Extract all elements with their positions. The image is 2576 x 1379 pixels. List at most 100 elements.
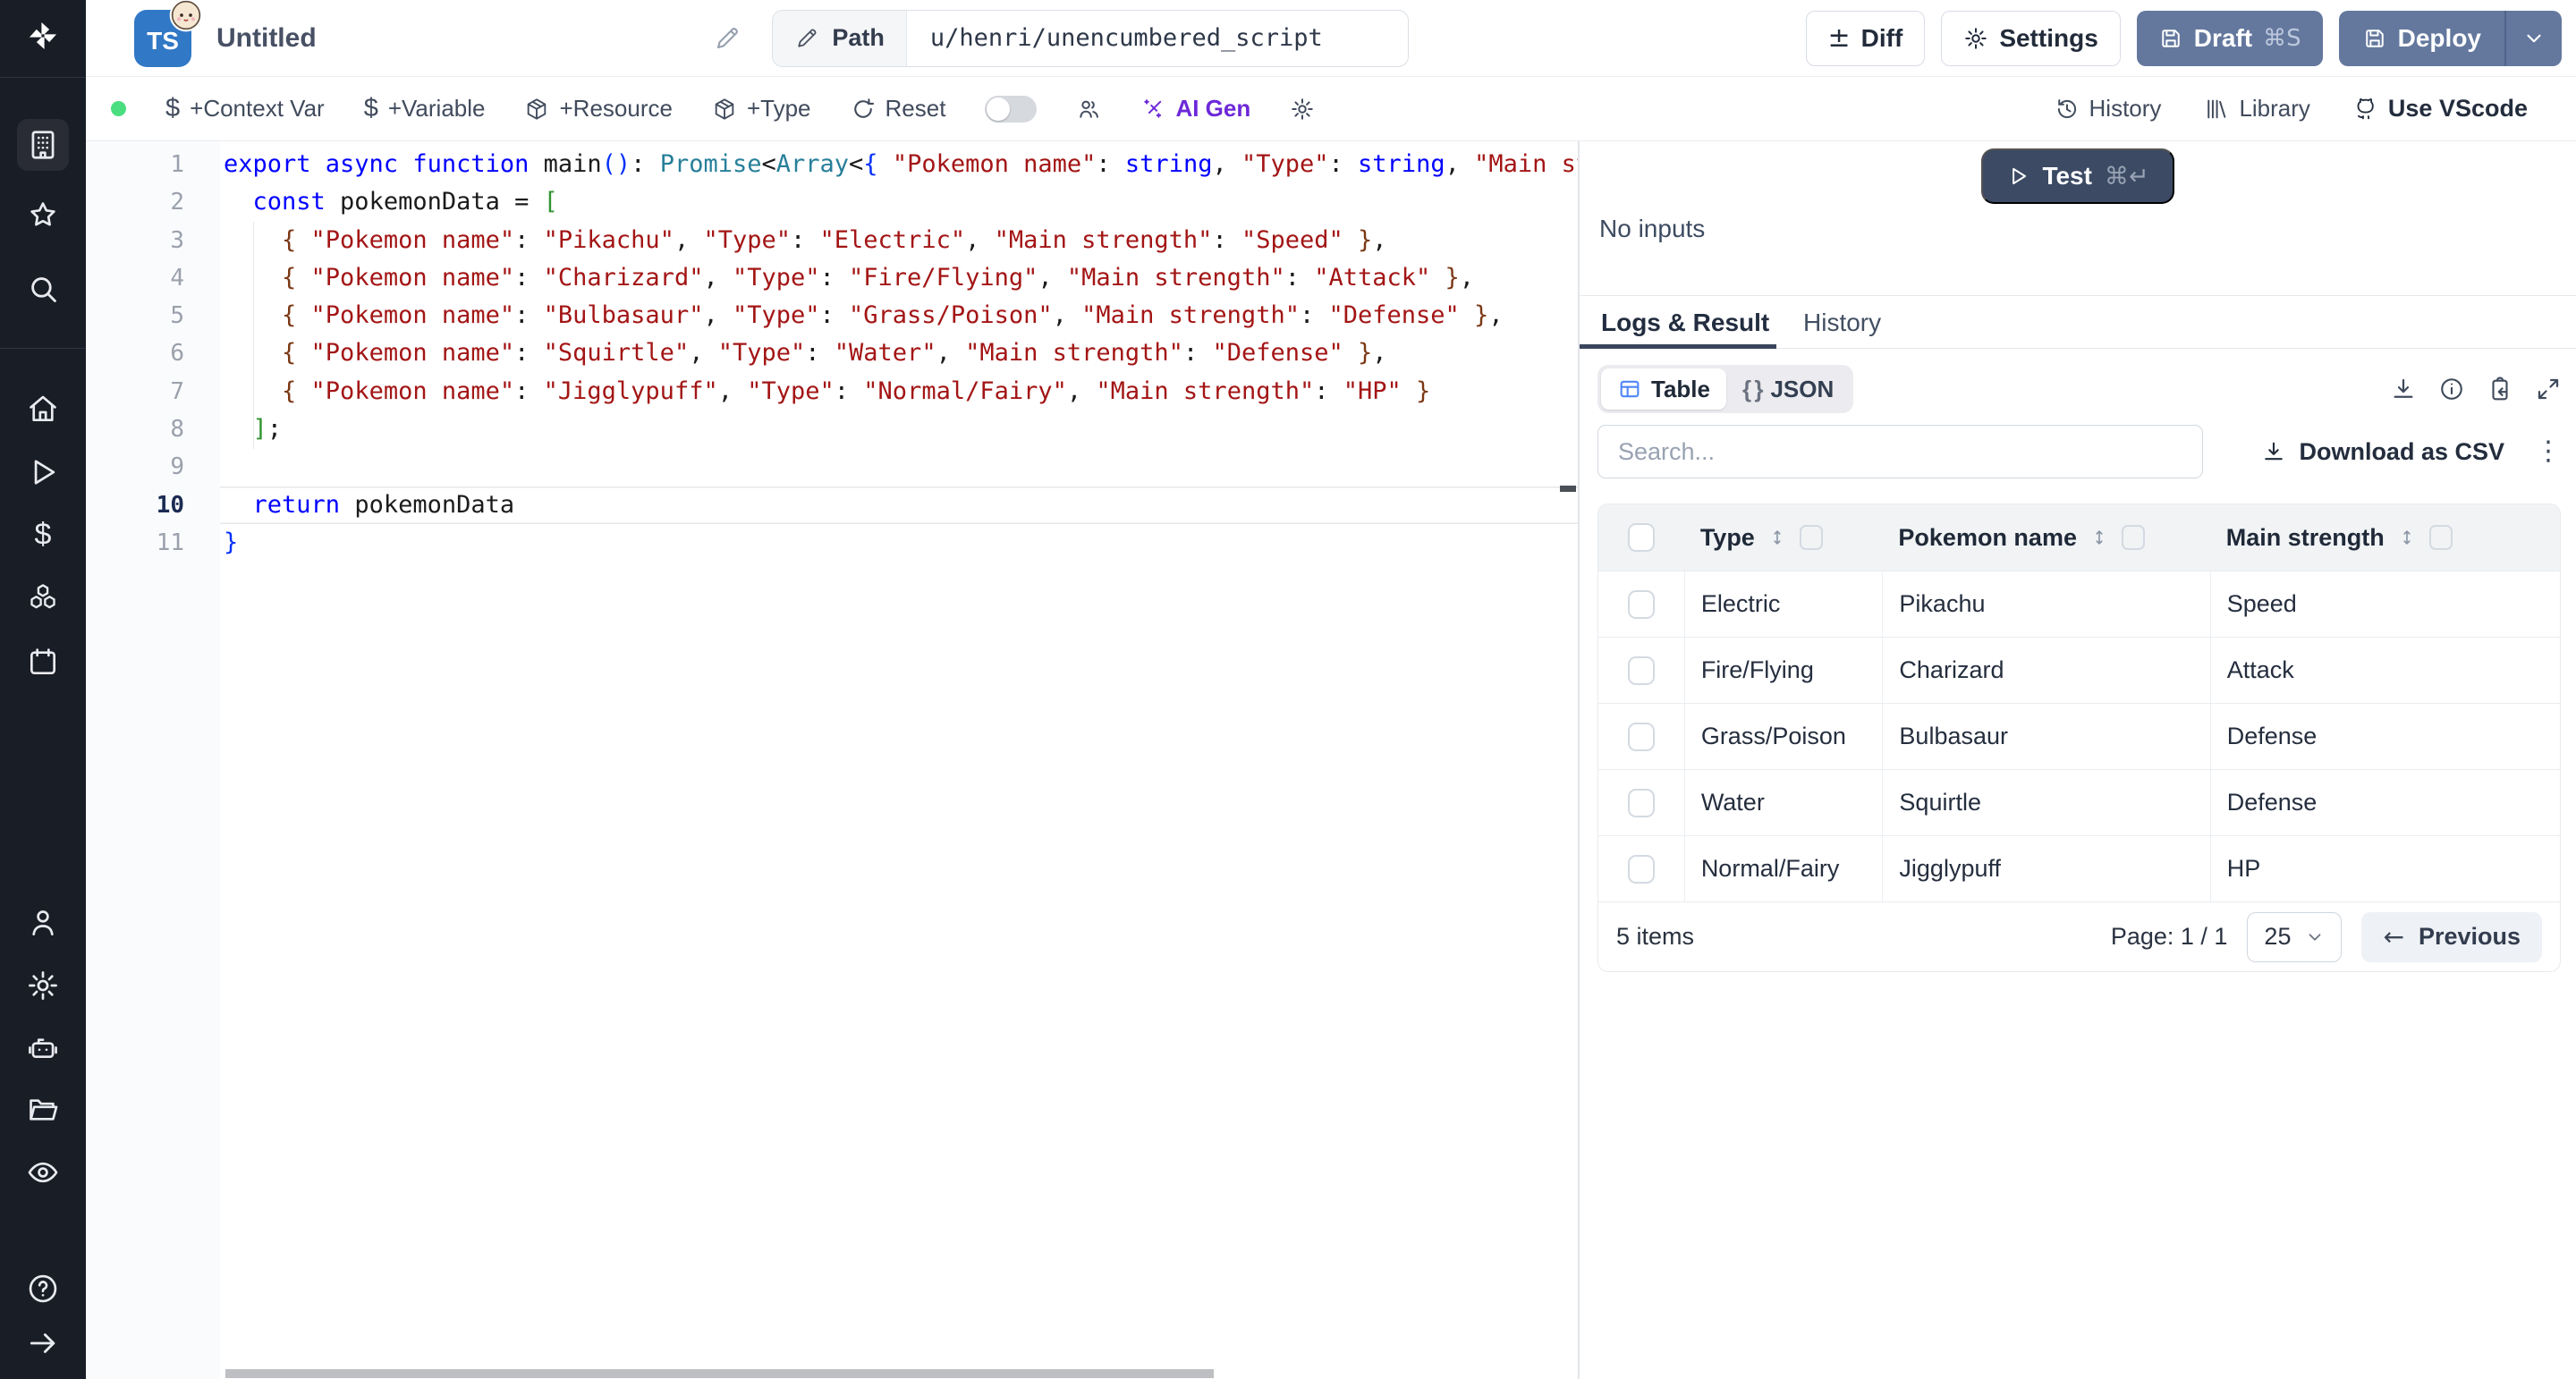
row-checkbox[interactable] (1628, 656, 1655, 685)
previous-page-button[interactable]: ← Previous (2361, 912, 2542, 962)
line-number: 9 (86, 448, 220, 486)
add-resource-button[interactable]: +Resource (524, 95, 672, 123)
add-type-button[interactable]: +Type (712, 95, 811, 123)
settings-gear-icon[interactable] (26, 969, 60, 1003)
use-vscode-button[interactable]: Use VScode (2353, 95, 2528, 123)
tab-history[interactable]: History (1803, 309, 1881, 337)
home-icon[interactable] (26, 392, 60, 426)
select-all-checkbox[interactable] (1628, 523, 1655, 552)
line-number: 1 (86, 146, 220, 183)
diff-mode-toggle[interactable] (985, 96, 1037, 123)
path-field[interactable]: Path u/henri/unencumbered_script (772, 10, 1409, 67)
column-options-icon[interactable] (1800, 525, 1823, 550)
search-icon[interactable] (26, 272, 60, 306)
table-row[interactable]: Fire/FlyingCharizardAttack (1598, 637, 2560, 703)
page-size-select[interactable]: 25 (2247, 912, 2342, 962)
table-row[interactable]: WaterSquirtleDefense (1598, 769, 2560, 835)
table-cell: Grass/Poison (1684, 704, 1883, 769)
column-options-icon[interactable] (2429, 525, 2453, 550)
deploy-button[interactable]: Deploy (2339, 11, 2504, 66)
table-row[interactable]: Grass/PoisonBulbasaurDefense (1598, 703, 2560, 769)
code-line[interactable]: export async function main(): Promise<Ar… (220, 146, 1578, 183)
editor-horizontal-scrollbar[interactable] (225, 1369, 1214, 1378)
row-checkbox[interactable] (1628, 723, 1655, 751)
draft-button[interactable]: Draft ⌘S (2137, 11, 2323, 66)
add-context-var-button[interactable]: $ +Context Var (165, 94, 325, 123)
sort-icon[interactable] (2397, 526, 2417, 549)
diff-button[interactable]: ± Diff (1806, 11, 1926, 66)
audit-eye-icon[interactable] (26, 1155, 60, 1189)
favorites-star-icon[interactable] (26, 199, 60, 233)
runs-play-icon[interactable] (26, 455, 60, 489)
result-search-input[interactable] (1597, 425, 2203, 478)
code-line[interactable]: { "Pokemon name": "Charizard", "Type": "… (220, 259, 1578, 297)
row-checkbox[interactable] (1628, 590, 1655, 619)
expand-fullscreen-icon[interactable] (2535, 376, 2562, 402)
braces-icon: { } (1742, 376, 1761, 403)
code-area[interactable]: export async function main(): Promise<Ar… (220, 141, 1578, 1379)
table-row[interactable]: Normal/FairyJigglypuffHP (1598, 835, 2560, 901)
download-result-icon[interactable] (2390, 376, 2417, 402)
code-line[interactable]: ]; (220, 410, 1578, 448)
table-cell: Normal/Fairy (1684, 836, 1883, 901)
code-editor[interactable]: 1234567891011 export async function main… (86, 141, 1578, 1379)
top-header: TS Untitled Path u/henri/unencumbered_sc… (86, 0, 2576, 77)
code-line[interactable]: } (220, 524, 1578, 562)
settings-button[interactable]: Settings (1941, 11, 2120, 66)
folder-open-icon[interactable] (26, 1093, 60, 1127)
multiplayer-users-icon[interactable] (1076, 97, 1101, 122)
user-person-icon[interactable] (26, 906, 60, 940)
ai-gen-button[interactable]: AI Gen (1140, 95, 1250, 123)
more-options-icon[interactable]: ⋮ (2535, 438, 2562, 465)
type-label: +Type (747, 95, 811, 123)
sort-icon[interactable] (1767, 526, 1787, 549)
library-books-icon (2204, 97, 2229, 122)
expand-sidebar-arrow-icon[interactable] (26, 1326, 60, 1360)
column-header-main-strength[interactable]: Main strength (2226, 524, 2385, 552)
arrow-left-icon: ← (2383, 922, 2403, 952)
script-title[interactable]: Untitled (216, 23, 317, 54)
reset-button[interactable]: Reset (851, 95, 946, 123)
windmill-logo-icon[interactable] (26, 19, 60, 53)
resources-cubes-icon[interactable] (26, 581, 60, 615)
path-value[interactable]: u/henri/unencumbered_script (907, 11, 1408, 66)
magic-wand-icon (1140, 97, 1165, 122)
editor-settings-button[interactable] (1290, 97, 1315, 122)
test-button[interactable]: Test ⌘↵ (1981, 148, 2174, 204)
download-csv-button[interactable]: Download as CSV (2261, 438, 2504, 466)
code-line[interactable]: return pokemonData (220, 486, 1578, 524)
code-line[interactable]: { "Pokemon name": "Squirtle", "Type": "W… (220, 334, 1578, 372)
schedules-calendar-icon[interactable] (26, 645, 60, 679)
deploy-dropdown-button[interactable] (2506, 11, 2562, 66)
column-header-pokemon-name[interactable]: Pokemon name (1898, 524, 2077, 552)
chevron-down-icon (2522, 27, 2546, 50)
bun-runtime-icon (168, 0, 204, 33)
row-checkbox[interactable] (1628, 789, 1655, 817)
column-options-icon[interactable] (2122, 525, 2145, 550)
copy-to-clipboard-icon[interactable] (2487, 376, 2513, 402)
table-view-button[interactable]: Table (1601, 368, 1726, 410)
code-line[interactable]: { "Pokemon name": "Bulbasaur", "Type": "… (220, 297, 1578, 334)
code-line[interactable]: const pokemonData = [ (220, 183, 1578, 221)
info-icon[interactable] (2438, 376, 2465, 402)
tab-logs-result[interactable]: Logs & Result (1601, 309, 1769, 337)
column-header-type[interactable]: Type (1700, 524, 1755, 552)
help-question-icon[interactable] (26, 1272, 60, 1306)
library-button[interactable]: Library (2204, 95, 2309, 123)
code-line[interactable] (220, 448, 1578, 486)
history-button[interactable]: History (2055, 95, 2162, 123)
workspace-building-icon[interactable] (26, 128, 60, 162)
variables-dollar-icon[interactable]: $ (35, 518, 52, 553)
table-row[interactable]: ElectricPikachuSpeed (1598, 571, 2560, 637)
add-variable-button[interactable]: $ +Variable (364, 94, 486, 123)
history-clock-icon (2055, 97, 2080, 122)
sort-icon[interactable] (2089, 526, 2109, 549)
line-number: 5 (86, 297, 220, 334)
code-line[interactable]: { "Pokemon name": "Pikachu", "Type": "El… (220, 222, 1578, 259)
json-view-button[interactable]: { } JSON (1726, 368, 1850, 410)
edit-title-pencil-icon[interactable] (713, 24, 741, 53)
row-checkbox[interactable] (1628, 855, 1655, 884)
result-table: Type Pokemon name Main strength (1597, 503, 2561, 972)
code-line[interactable]: { "Pokemon name": "Jigglypuff", "Type": … (220, 373, 1578, 410)
workers-robot-icon[interactable] (26, 1032, 60, 1066)
